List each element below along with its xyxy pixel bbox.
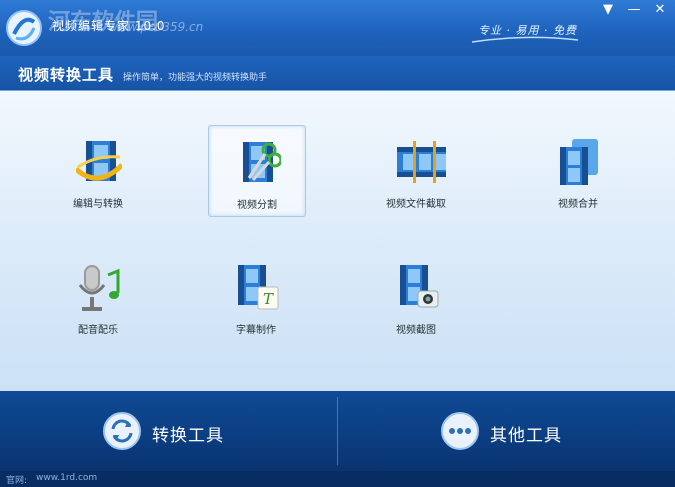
other-tools-button[interactable]: 其他工具 bbox=[440, 403, 660, 459]
website-link[interactable]: www.1rd.com bbox=[36, 473, 97, 483]
tool-video-split[interactable]: 视频分割 bbox=[208, 125, 306, 217]
tool-label: 配音配乐 bbox=[78, 325, 118, 336]
film-camera-icon bbox=[400, 265, 439, 308]
convert-tools-button[interactable]: 转换工具 bbox=[102, 403, 322, 459]
film-subtitle-icon: T bbox=[238, 265, 279, 310]
tool-label: 视频文件截取 bbox=[386, 199, 446, 210]
tool-label: 视频合并 bbox=[558, 199, 598, 210]
status-bar: 官网: www.1rd.com bbox=[0, 471, 675, 487]
app-logo-icon bbox=[6, 10, 42, 46]
refresh-icon bbox=[103, 412, 141, 450]
tool-label: 编辑与转换 bbox=[73, 199, 123, 210]
divider bbox=[337, 397, 338, 465]
section-description: 操作简单，功能强大的视频转换助手 bbox=[123, 73, 268, 83]
tool-video-merge[interactable]: 视频合并 bbox=[530, 125, 626, 215]
microphone-music-icon bbox=[78, 265, 120, 311]
tool-label: 视频分割 bbox=[237, 200, 277, 211]
title-bar: 河东软件园 视频编辑专家 10.0 www.pc0359.cn 专业 · 易用 … bbox=[0, 0, 675, 56]
tool-edit-convert[interactable]: 编辑与转换 bbox=[50, 125, 146, 215]
convert-tools-label: 转换工具 bbox=[152, 426, 224, 446]
close-button[interactable]: ✕ bbox=[650, 1, 670, 19]
tool-video-trim[interactable]: 视频文件截取 bbox=[368, 125, 464, 215]
menu-button[interactable]: ▼ bbox=[598, 1, 618, 19]
tool-dubbing-music[interactable]: 配音配乐 bbox=[50, 251, 146, 341]
website-label: 官网: bbox=[6, 476, 28, 486]
bottom-bar: 转换工具 其他工具 bbox=[0, 391, 675, 471]
film-merge-icon bbox=[560, 139, 598, 185]
tool-label: 字幕制作 bbox=[236, 325, 276, 336]
tool-panel: 编辑与转换 视频分割 视频文件截取 视频合并 配音配乐 T 字幕制作 视频截图 bbox=[0, 91, 675, 391]
tool-label: 视频截图 bbox=[396, 325, 436, 336]
more-dots-icon bbox=[441, 412, 479, 450]
other-tools-label: 其他工具 bbox=[490, 426, 562, 446]
tool-video-screenshot[interactable]: 视频截图 bbox=[368, 251, 464, 341]
film-convert-icon bbox=[76, 141, 122, 181]
slogan-swoosh-icon bbox=[471, 36, 579, 43]
film-scissors-icon bbox=[243, 142, 281, 182]
svg-text:T: T bbox=[263, 290, 274, 308]
watermark-url: www.pc0359.cn bbox=[108, 20, 204, 34]
film-trim-icon bbox=[397, 141, 446, 183]
sub-header: 视频转换工具 操作简单，功能强大的视频转换助手 bbox=[0, 56, 675, 91]
minimize-button[interactable]: — bbox=[624, 1, 644, 19]
tool-subtitle[interactable]: T 字幕制作 bbox=[208, 251, 304, 341]
section-title: 视频转换工具 bbox=[18, 66, 115, 84]
